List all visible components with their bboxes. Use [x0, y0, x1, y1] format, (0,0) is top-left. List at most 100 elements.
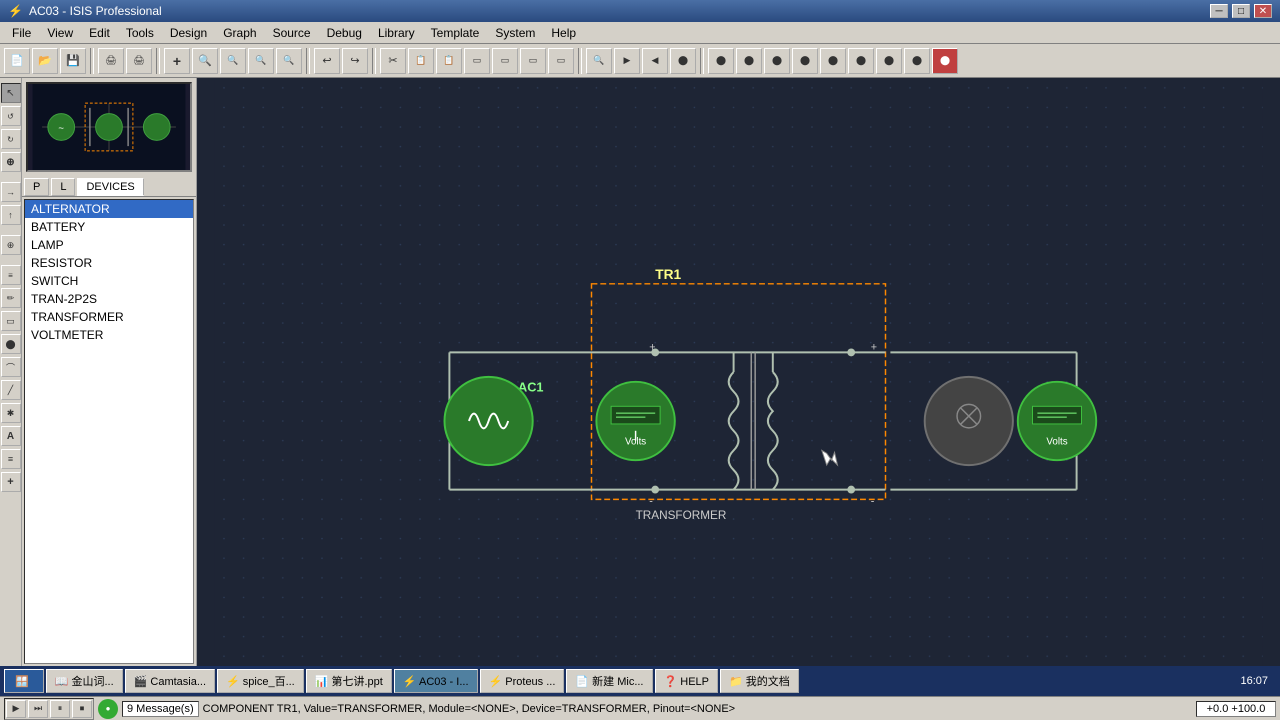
device-voltmeter[interactable]: VOLTMETER: [25, 326, 193, 344]
tool-undo[interactable]: ↺: [1, 106, 21, 126]
menu-view[interactable]: View: [39, 24, 81, 42]
tb-zoom-full[interactable]: 🔍: [586, 48, 612, 74]
tool-add[interactable]: +: [1, 472, 21, 492]
maximize-button[interactable]: □: [1232, 4, 1250, 18]
tb-zoom-out[interactable]: 🔍: [220, 48, 246, 74]
tab-l[interactable]: L: [51, 178, 75, 196]
tb-paste[interactable]: 📋: [436, 48, 462, 74]
status-play[interactable]: ▶: [6, 700, 26, 718]
tool-marker[interactable]: ✱: [1, 403, 21, 423]
tool-symbol[interactable]: ≡: [1, 449, 21, 469]
tb-block4[interactable]: ▭: [548, 48, 574, 74]
taskbar-item-8[interactable]: ❓ HELP: [655, 669, 719, 693]
tb-extra6[interactable]: ⬤: [848, 48, 874, 74]
tb-extra8[interactable]: ⬤: [904, 48, 930, 74]
tool-text2[interactable]: A: [1, 426, 21, 446]
tb-add-wire[interactable]: +: [164, 48, 190, 74]
menu-help[interactable]: Help: [543, 24, 584, 42]
tb-copy[interactable]: 📋: [408, 48, 434, 74]
svg-text:-: -: [871, 495, 875, 507]
start-button[interactable]: 🪟: [4, 669, 44, 693]
tool-text[interactable]: ✏: [1, 288, 21, 308]
tb-mark[interactable]: ⬤: [670, 48, 696, 74]
tool-junction[interactable]: ⊕: [1, 235, 21, 255]
taskbar-item-6[interactable]: ⚡ Proteus ...: [480, 669, 565, 693]
tb-extra2[interactable]: ⬤: [736, 48, 762, 74]
status-pause[interactable]: ⏸: [50, 700, 70, 718]
status-step[interactable]: ⏭: [28, 700, 48, 718]
tb-play[interactable]: ▶: [614, 48, 640, 74]
tool-pointer[interactable]: ↖: [1, 83, 21, 103]
tb-zoom-in[interactable]: 🔍: [192, 48, 218, 74]
tb-zoom-area[interactable]: 🔍: [248, 48, 274, 74]
taskbar-item-7[interactable]: 📄 新建 Mic...: [566, 669, 652, 693]
tb-zoom-fit[interactable]: 🔍: [276, 48, 302, 74]
tb-block1[interactable]: ▭: [464, 48, 490, 74]
tool-label[interactable]: ≡: [1, 265, 21, 285]
tb-undo[interactable]: ↩: [314, 48, 340, 74]
device-alternator[interactable]: ALTERNATOR: [25, 200, 193, 218]
tool-circle[interactable]: ⬤: [1, 334, 21, 354]
menu-system[interactable]: System: [487, 24, 543, 42]
menu-debug[interactable]: Debug: [319, 24, 370, 42]
device-resistor[interactable]: RESISTOR: [25, 254, 193, 272]
taskbar-time: 16:07: [1232, 669, 1276, 693]
tool-line[interactable]: ╱: [1, 380, 21, 400]
svg-text:+: +: [871, 341, 877, 353]
work-area[interactable]: *DEFINE GWIRE=1E3 TR1 TRANSFORMER: [197, 78, 1280, 666]
menu-tools[interactable]: Tools: [118, 24, 162, 42]
tb-extra1[interactable]: ⬤: [708, 48, 734, 74]
tb-extra5[interactable]: ⬤: [820, 48, 846, 74]
status-stop[interactable]: ⏹: [72, 700, 92, 718]
device-transformer[interactable]: TRANSFORMER: [25, 308, 193, 326]
tr1-label: TR1: [655, 267, 681, 282]
tool-add-component[interactable]: ⊕: [1, 152, 21, 172]
tb-extra7[interactable]: ⬤: [876, 48, 902, 74]
menu-design[interactable]: Design: [162, 24, 215, 42]
device-tabs: P L DEVICES: [22, 176, 196, 197]
tb-red[interactable]: ⬤: [932, 48, 958, 74]
tool-box[interactable]: ▭: [1, 311, 21, 331]
tb-block2[interactable]: ▭: [492, 48, 518, 74]
menu-file[interactable]: File: [4, 24, 39, 42]
menu-edit[interactable]: Edit: [81, 24, 118, 42]
tb-print[interactable]: 🖨: [98, 48, 124, 74]
device-switch[interactable]: SWITCH: [25, 272, 193, 290]
tb-redo[interactable]: ↪: [342, 48, 368, 74]
device-battery[interactable]: BATTERY: [25, 218, 193, 236]
tool-arc[interactable]: ⌒: [1, 357, 21, 377]
tb-print2[interactable]: 🖨: [126, 48, 152, 74]
menu-library[interactable]: Library: [370, 24, 423, 42]
taskbar-item-5[interactable]: ⚡ AC03 - I...: [394, 669, 478, 693]
svg-text:~: ~: [58, 123, 64, 134]
menu-bar: File View Edit Tools Design Graph Source…: [0, 22, 1280, 44]
taskbar-item-3[interactable]: ⚡ spice_百...: [217, 669, 304, 693]
menu-source[interactable]: Source: [265, 24, 319, 42]
menu-template[interactable]: Template: [423, 24, 488, 42]
tab-p[interactable]: P: [24, 178, 49, 196]
device-lamp[interactable]: LAMP: [25, 236, 193, 254]
tool-separator2: [1, 228, 21, 232]
menu-graph[interactable]: Graph: [215, 24, 264, 42]
tb-back[interactable]: ◀: [642, 48, 668, 74]
close-button[interactable]: ✕: [1254, 4, 1272, 18]
tb-block3[interactable]: ▭: [520, 48, 546, 74]
side-panel: ~ P L DEVICES ALTERNATOR BATTERY LAMP RE…: [22, 78, 197, 666]
taskbar-item-2[interactable]: 🎬 Camtasia...: [125, 669, 215, 693]
tab-devices[interactable]: DEVICES: [77, 178, 143, 196]
tool-redo[interactable]: ↻: [1, 129, 21, 149]
tb-extra4[interactable]: ⬤: [792, 48, 818, 74]
taskbar-item-4[interactable]: 📊 第七讲.ppt: [306, 669, 392, 693]
tb-open[interactable]: 📂: [32, 48, 58, 74]
taskbar-item-9[interactable]: 📁 我的文档: [720, 669, 799, 693]
device-tran2p2s[interactable]: TRAN-2P2S: [25, 290, 193, 308]
tool-bus[interactable]: ↑: [1, 205, 21, 225]
tb-save[interactable]: 💾: [60, 48, 86, 74]
minimize-button[interactable]: ─: [1210, 4, 1228, 18]
tool-wire[interactable]: →: [1, 182, 21, 202]
taskbar-item-1[interactable]: 📖 金山词...: [46, 669, 123, 693]
title-text: AC03 - ISIS Professional: [29, 4, 162, 18]
tb-extra3[interactable]: ⬤: [764, 48, 790, 74]
tb-cut[interactable]: ✂: [380, 48, 406, 74]
tb-new[interactable]: 📄: [4, 48, 30, 74]
